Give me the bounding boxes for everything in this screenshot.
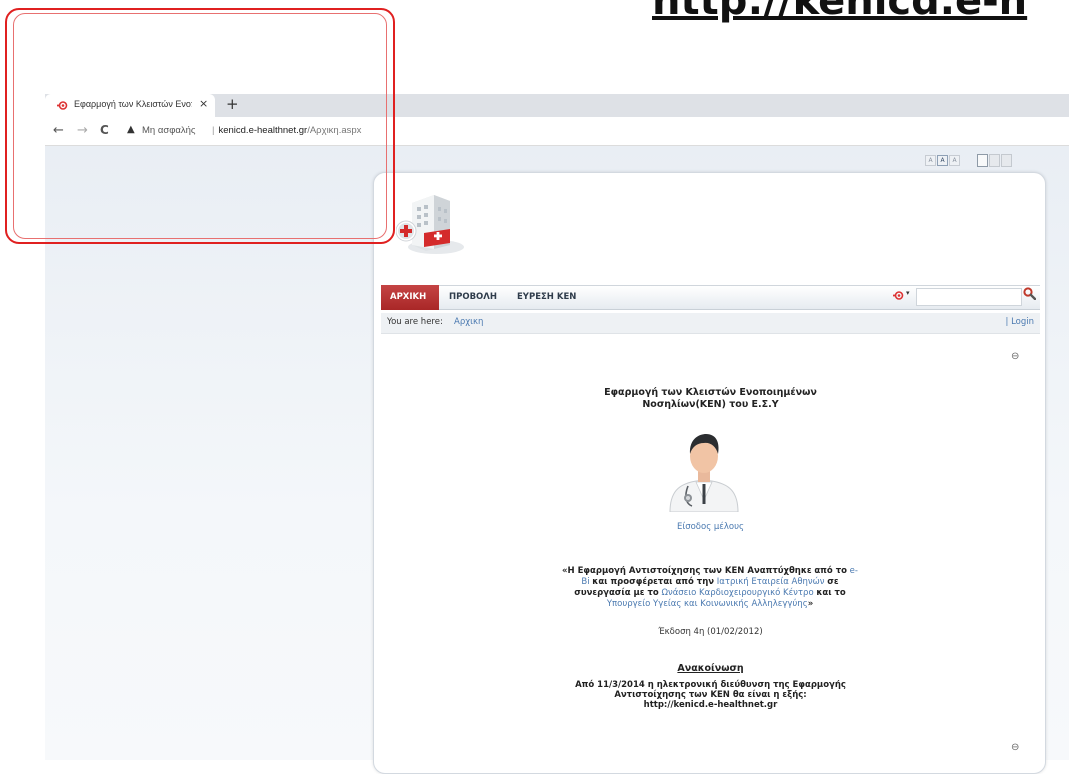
collapse-top-icon[interactable]: ⊖ (1011, 351, 1019, 362)
desc-part6: » (807, 599, 814, 609)
search-input[interactable] (916, 288, 1022, 306)
announcement-line3: http://kenicd.e-healthnet.gr (643, 700, 778, 710)
font-small-button[interactable]: A (925, 155, 936, 166)
login-link[interactable]: | Login (1006, 317, 1035, 327)
width-narrow-button[interactable] (977, 154, 989, 167)
language-flag-icon[interactable] (893, 290, 905, 301)
collapse-bottom-icon[interactable]: ⊖ (1011, 742, 1019, 753)
version-text: Έκδοση 4η (01/02/2012) (658, 627, 763, 637)
breadcrumb-label: You are here: (387, 317, 443, 327)
breadcrumb-home-link[interactable]: Αρχικη (454, 317, 483, 327)
hospital-logo-icon (396, 195, 464, 254)
width-medium-button[interactable] (989, 154, 1001, 167)
desc-part1: «Η Εφαρμογή Αντιστοίχησης των ΚΕΝ Αναπτύ… (562, 566, 812, 576)
doctor-avatar-icon[interactable] (666, 424, 742, 512)
language-dropdown-caret-icon[interactable]: ▾ (906, 289, 910, 297)
announcement-line2: Αντιστοίχησης των ΚΕΝ θα είναι η εξής: (614, 690, 807, 700)
search-icon[interactable] (1023, 287, 1036, 300)
menu-item-home-label: ΑΡΧΙΚΗ (390, 292, 427, 302)
font-large-button[interactable]: A (949, 155, 960, 166)
announcement-line1: Από 11/3/2014 η ηλεκτρονική διεύθυνση τη… (575, 680, 846, 690)
page-title-line2: Νοσηλίων(ΚΕΝ) του Ε.Σ.Υ (642, 399, 779, 410)
member-login-link[interactable]: Είσοδος μέλους (381, 522, 1040, 532)
athens-medical-link[interactable]: Ιατρική Εταιρεία Αθηνών (717, 577, 825, 587)
menu-item-home[interactable]: ΑΡΧΙΚΗ (381, 285, 439, 310)
page-title-line1: Εφαρμογή των Κλειστών Ενοποιημένων (604, 387, 817, 398)
announcement-body: Από 11/3/2014 η ηλεκτρονική διεύθυνση τη… (381, 680, 1040, 710)
page-title: Εφαρμογή των Κλειστών Ενοποιημένων Νοσηλ… (381, 387, 1040, 411)
width-wide-button[interactable] (1001, 154, 1013, 167)
overlay-url-text: http://kenicd.e-h (652, 0, 1028, 24)
app-description: «Η Εφαρμογή Αντιστοίχησης των ΚΕΝ Αναπτύ… (560, 566, 860, 610)
announcement-title: Ανακοίνωση (677, 663, 744, 674)
ministry-link[interactable]: Υπουργείο Υγείας και Κοινωνικής Αλληλεγγ… (607, 599, 808, 609)
desc-part2: από το (814, 566, 847, 576)
onassis-center-link[interactable]: Ωνάσειο Καρδιοχειρουργικό Κέντρο (661, 588, 813, 598)
font-medium-button[interactable]: A (937, 155, 948, 166)
page-size-controls: AAA (925, 150, 1013, 169)
desc-part3: και προσφέρεται από την (592, 577, 715, 587)
menu-item-view[interactable]: ΠΡΟΒΟΛΗ (449, 292, 497, 302)
desc-part5: και το (816, 588, 846, 598)
breadcrumb: You are here: Αρχικη | Login (381, 313, 1040, 334)
menu-item-find-ken[interactable]: ΕΥΡΕΣΗ ΚΕΝ (517, 292, 576, 302)
highlight-box-inner (13, 13, 387, 239)
